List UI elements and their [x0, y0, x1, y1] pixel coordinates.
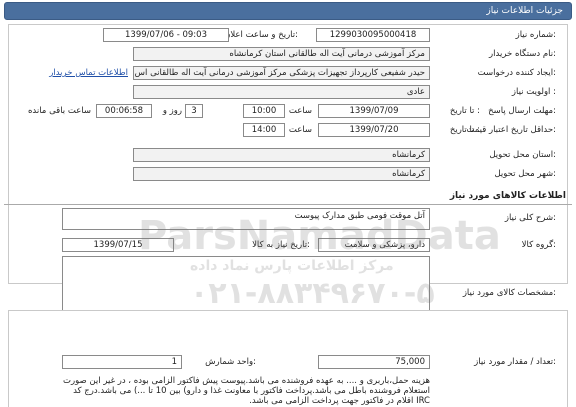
reply-deadline-to-date-label: تا تاریخ : — [449, 106, 480, 116]
need-date-label: تاریخ نیاز به کالا: — [252, 240, 310, 250]
requester-field: حیدر شفیعی کارپرداز تجهیزات پزشکی مرکز آ… — [133, 66, 430, 80]
requester-label: ایجاد کننده درخواست: — [477, 68, 556, 78]
goods-group-label: گروه کالا: — [521, 240, 556, 250]
remaining-time-label: ساعت باقی مانده — [27, 106, 91, 116]
page-title-bar: جزئیات اطلاعات نیاز — [4, 2, 572, 20]
delivery-city-field: کرمانشاه — [133, 167, 430, 181]
need-number-label: شماره نیاز: — [515, 30, 556, 40]
goods-section-header: اطلاعات کالاهای مورد نیاز — [4, 187, 572, 205]
reply-deadline-time-label: ساعت — [288, 106, 312, 116]
delivery-city-label: شهر محل تحویل: — [494, 169, 556, 179]
description-field: آتل موقت فومی طبق مدارک پیوست — [62, 208, 430, 230]
remaining-time-field: 00:06:58 — [96, 104, 152, 118]
specs-label: مشخصات کالای مورد نیاز: — [462, 288, 556, 298]
buyer-org-label: نام دستگاه خریدار: — [489, 49, 556, 59]
delivery-province-field: کرمانشاه — [133, 148, 430, 162]
price-validity-time-field: 14:00 — [243, 123, 285, 137]
reply-deadline-date-field: 1399/07/09 — [318, 104, 430, 118]
quantity-field: 75,000 — [318, 355, 430, 369]
buyer-contact-link[interactable]: اطلاعات تماس خریدار — [49, 68, 128, 78]
remaining-days-field: 3 — [185, 104, 203, 118]
announce-datetime-field: 1399/07/06 - 09:03 — [103, 28, 229, 42]
buyer-org-field: مرکز آموزشی درمانی آیت اله طالقانی استان… — [133, 47, 430, 61]
price-validity-time-label: ساعت — [288, 125, 312, 135]
quantity-label: تعداد / مقدار مورد نیاز: — [474, 357, 556, 367]
reply-deadline-label: مهلت ارسال پاسخ: — [488, 106, 556, 116]
need-date-field: 1399/07/15 — [62, 238, 174, 252]
price-validity-date-field: 1399/07/20 — [318, 123, 430, 137]
remaining-days-label: روز و — [162, 106, 182, 116]
unit-label: واحد شمارش: — [205, 357, 256, 367]
price-validity-to-date-label: تا تاریخ : — [449, 125, 480, 135]
priority-label: اولویت نیاز : — [511, 87, 556, 97]
description-label: شرح کلی نیاز: — [504, 213, 556, 223]
delivery-province-label: استان محل تحویل: — [489, 150, 556, 160]
buyer-notes: هزینه حمل،باربری و .... به عهده فروشنده … — [63, 376, 430, 406]
unit-field: 1 — [62, 355, 182, 369]
page-title: جزئیات اطلاعات نیاز — [486, 6, 563, 16]
goods-group-field: دارو، پزشکی و سلامت — [318, 238, 430, 252]
reply-deadline-time-field: 10:00 — [243, 104, 285, 118]
priority-field: عادی — [133, 85, 430, 99]
need-number-field: 1299030095000418 — [316, 28, 430, 42]
goods-section-title: اطلاعات کالاهای مورد نیاز — [449, 191, 566, 201]
